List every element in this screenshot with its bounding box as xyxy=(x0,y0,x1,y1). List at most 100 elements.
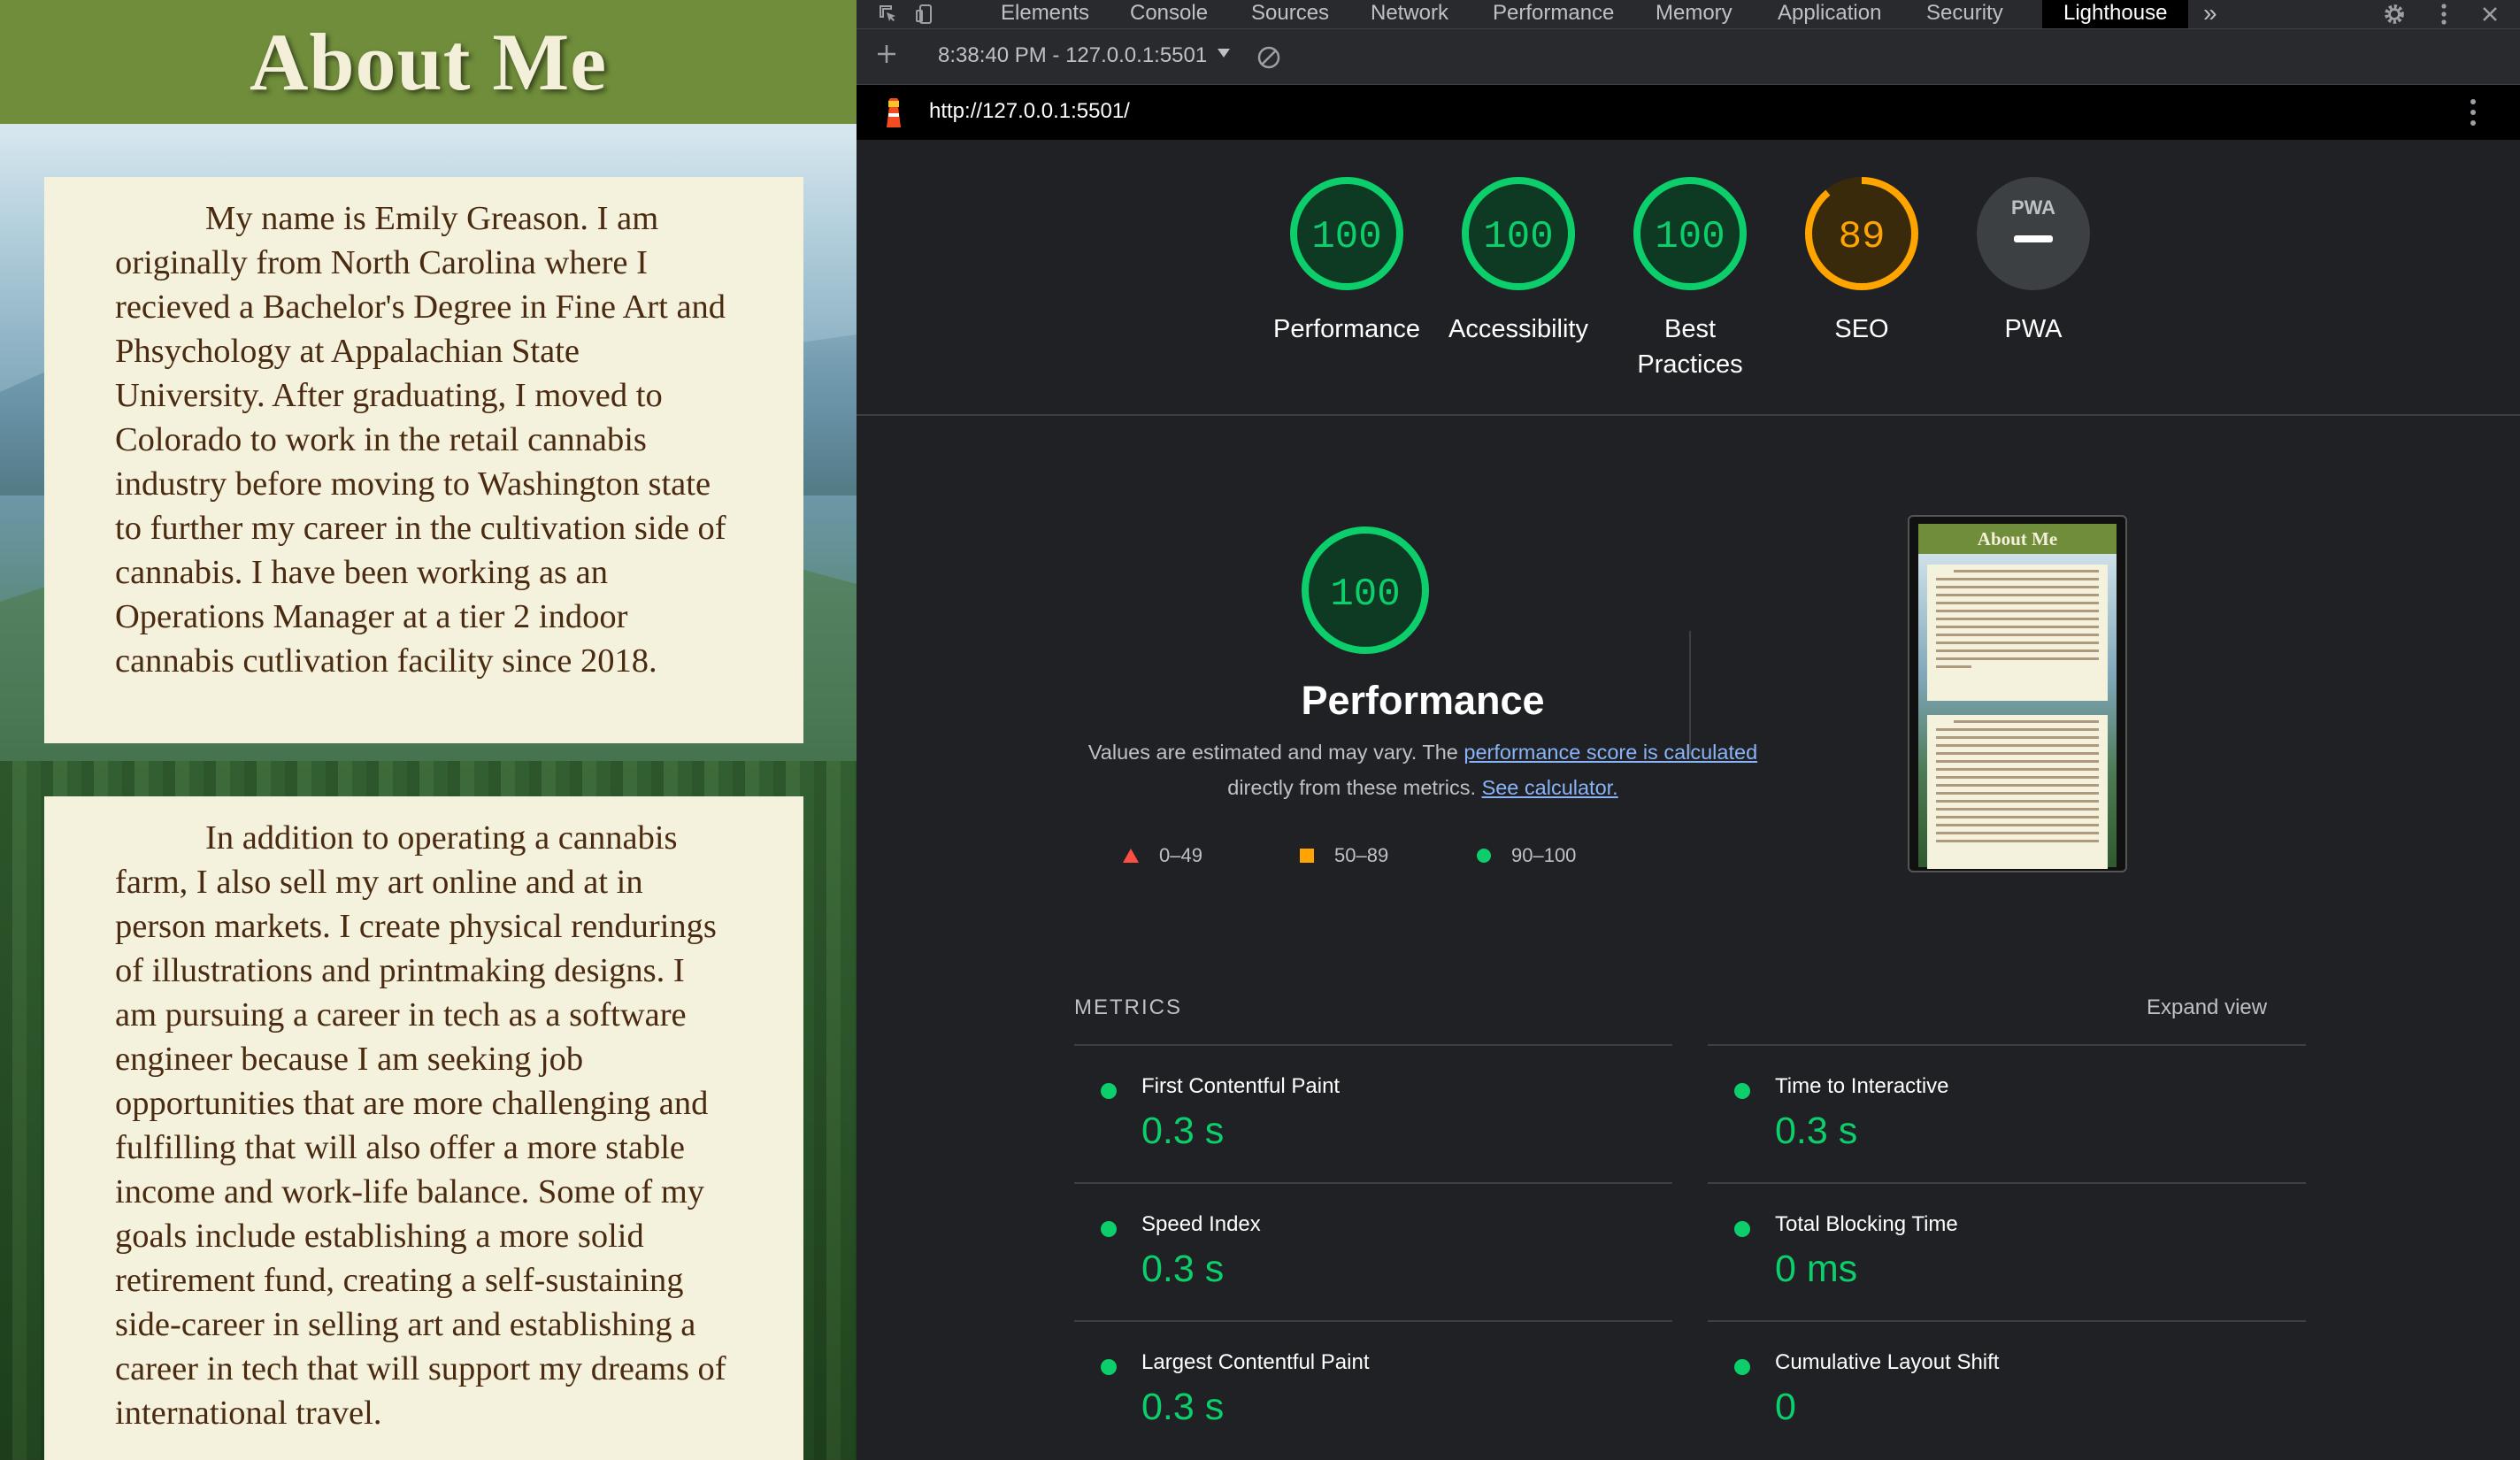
legend-fail: 0–49 xyxy=(1122,844,1202,867)
chevron-down-icon[interactable] xyxy=(1217,47,1231,64)
metric-value: 0 ms xyxy=(1775,1248,1858,1290)
metric-speed-index: Speed Index 0.3 s xyxy=(1074,1182,1672,1320)
tab-performance[interactable]: Performance xyxy=(1493,0,1614,28)
metric-value: 0.3 s xyxy=(1141,1386,1225,1428)
metric-name: Cumulative Layout Shift xyxy=(1775,1350,2000,1374)
tab-lighthouse[interactable]: Lighthouse xyxy=(2042,0,2189,28)
lighthouse-report: 100 Performance 100 Accessibility 100 Be… xyxy=(857,140,2520,1460)
gauge-ring: 100 xyxy=(1462,177,1575,290)
metric-time-to-interactive: Time to Interactive 0.3 s xyxy=(1708,1044,2306,1182)
gauge-label: SEO xyxy=(1834,315,1889,343)
metric-value: 0.3 s xyxy=(1775,1110,1858,1152)
metrics-heading: METRICS xyxy=(1074,995,1182,1019)
thumb-title: About Me xyxy=(1918,524,2117,554)
metric-name: Speed Index xyxy=(1141,1212,1261,1236)
performance-description: Values are estimated and may vary. The p… xyxy=(1069,734,1777,805)
inspect-element-icon[interactable] xyxy=(874,0,903,28)
expand-view-button[interactable]: Expand view xyxy=(2147,995,2267,1020)
rendered-page: About Me My name is Emily Greason. I am … xyxy=(0,0,857,1460)
intro-paragraph: My name is Emily Greason. I am originall… xyxy=(115,200,726,680)
gauge-seo[interactable]: 89 SEO xyxy=(1773,175,1950,347)
square-icon xyxy=(1300,849,1314,863)
score-legend: 0–49 50–89 90–100 xyxy=(1122,844,1741,871)
report-url: http://127.0.0.1:5501/ xyxy=(929,99,1130,123)
metric-total-blocking-time: Total Blocking Time 0 ms xyxy=(1708,1182,2306,1320)
metric-cumulative-layout-shift: Cumulative Layout Shift 0 xyxy=(1708,1320,2306,1458)
vertical-divider xyxy=(1689,631,1691,755)
gauge-ring: 100 xyxy=(1633,177,1747,290)
legend-range: 50–89 xyxy=(1334,844,1389,866)
performance-main-gauge: 100 xyxy=(1299,524,1432,657)
metric-first-contentful-paint: First Contentful Paint 0.3 s xyxy=(1074,1044,1672,1182)
performance-heading: Performance xyxy=(1301,678,1545,723)
metric-name: First Contentful Paint xyxy=(1141,1074,1341,1098)
more-tabs-button[interactable]: » xyxy=(2203,0,2217,28)
device-toolbar-icon[interactable] xyxy=(911,0,940,28)
tab-memory[interactable]: Memory xyxy=(1656,0,1732,28)
metric-value: 0.3 s xyxy=(1141,1248,1225,1290)
tab-console[interactable]: Console xyxy=(1130,0,1208,28)
gauge-label: Best Practices xyxy=(1637,315,1743,379)
clear-reports-icon[interactable] xyxy=(1256,45,1281,74)
metric-value: 0.3 s xyxy=(1141,1110,1225,1152)
gauge-accessibility[interactable]: 100 Accessibility xyxy=(1430,175,1607,347)
metric-name: Largest Contentful Paint xyxy=(1141,1350,1370,1374)
circle-icon xyxy=(1477,849,1491,863)
legend-average: 50–89 xyxy=(1299,844,1388,867)
legend-pass: 90–100 xyxy=(1476,844,1576,867)
gauge-ring: 89 xyxy=(1805,177,1918,290)
settings-gear-icon[interactable] xyxy=(2380,0,2409,28)
close-icon[interactable] xyxy=(2476,0,2504,28)
pass-dot-icon xyxy=(1101,1359,1117,1375)
metric-name: Time to Interactive xyxy=(1775,1074,1949,1098)
legend-range: 0–49 xyxy=(1159,844,1202,866)
gauge-ring: 100 xyxy=(1290,177,1403,290)
section-divider xyxy=(857,414,2520,416)
metric-largest-contentful-paint: Largest Contentful Paint 0.3 s xyxy=(1074,1320,1672,1458)
lighthouse-logo-icon xyxy=(881,97,906,134)
report-url-bar: http://127.0.0.1:5501/ xyxy=(857,85,2520,140)
thumb-card xyxy=(1927,565,2108,701)
gauge-score: 89 xyxy=(1839,215,1886,259)
pwa-badge-text: PWA xyxy=(2011,196,2055,219)
final-screenshot-thumbnail[interactable]: About Me xyxy=(1908,515,2127,872)
pass-dot-icon xyxy=(1734,1221,1750,1237)
see-calculator-link[interactable]: See calculator. xyxy=(1482,776,1618,799)
desc-text: Values are estimated and may vary. The xyxy=(1087,741,1464,764)
triangle-icon xyxy=(1123,849,1139,863)
tab-sources[interactable]: Sources xyxy=(1251,0,1329,28)
desc-text: directly from these metrics. xyxy=(1227,776,1482,799)
pass-dot-icon xyxy=(1734,1359,1750,1375)
gauge-best-practices[interactable]: 100 Best Practices xyxy=(1602,175,1779,382)
performance-main-score: 100 xyxy=(1330,572,1400,617)
thumb-card xyxy=(1927,715,2108,869)
gauge-score: 100 xyxy=(1483,215,1553,259)
gauge-performance[interactable]: 100 Performance xyxy=(1258,175,1435,347)
tab-application[interactable]: Application xyxy=(1778,0,1881,28)
devtools-tab-bar: Elements Console Sources Network Perform… xyxy=(857,0,2520,29)
report-selector[interactable]: 8:38:40 PM - 127.0.0.1:5501 xyxy=(938,43,1207,68)
gauge-score: 100 xyxy=(1311,215,1381,259)
page-title: About Me xyxy=(249,17,608,107)
kebab-menu-icon[interactable] xyxy=(2430,0,2458,28)
gauge-label: Performance xyxy=(1272,315,1420,343)
legend-range: 90–100 xyxy=(1511,844,1577,866)
metric-value: 0 xyxy=(1775,1386,1796,1428)
intro-card: My name is Emily Greason. I am originall… xyxy=(44,177,803,743)
pwa-badge-icon: PWA xyxy=(1977,177,2090,290)
pass-dot-icon xyxy=(1101,1083,1117,1099)
tab-network[interactable]: Network xyxy=(1371,0,1448,28)
gauge-label: PWA xyxy=(2004,315,2063,343)
report-menu-icon[interactable] xyxy=(2470,97,2477,132)
pass-dot-icon xyxy=(1734,1083,1750,1099)
performance-score-link[interactable]: performance score is calculated xyxy=(1464,741,1757,764)
new-report-icon[interactable] xyxy=(874,42,899,71)
page-banner: About Me xyxy=(0,0,857,124)
goals-paragraph: In addition to operating a cannabis farm… xyxy=(115,819,726,1432)
tab-elements[interactable]: Elements xyxy=(1001,0,1089,28)
devtools-panel: Elements Console Sources Network Perform… xyxy=(857,0,2520,1460)
gauge-score: 100 xyxy=(1655,215,1725,259)
tab-security[interactable]: Security xyxy=(1926,0,2003,28)
gauge-pwa[interactable]: PWA PWA xyxy=(1945,175,2122,347)
gauge-label: Accessibility xyxy=(1448,315,1588,343)
